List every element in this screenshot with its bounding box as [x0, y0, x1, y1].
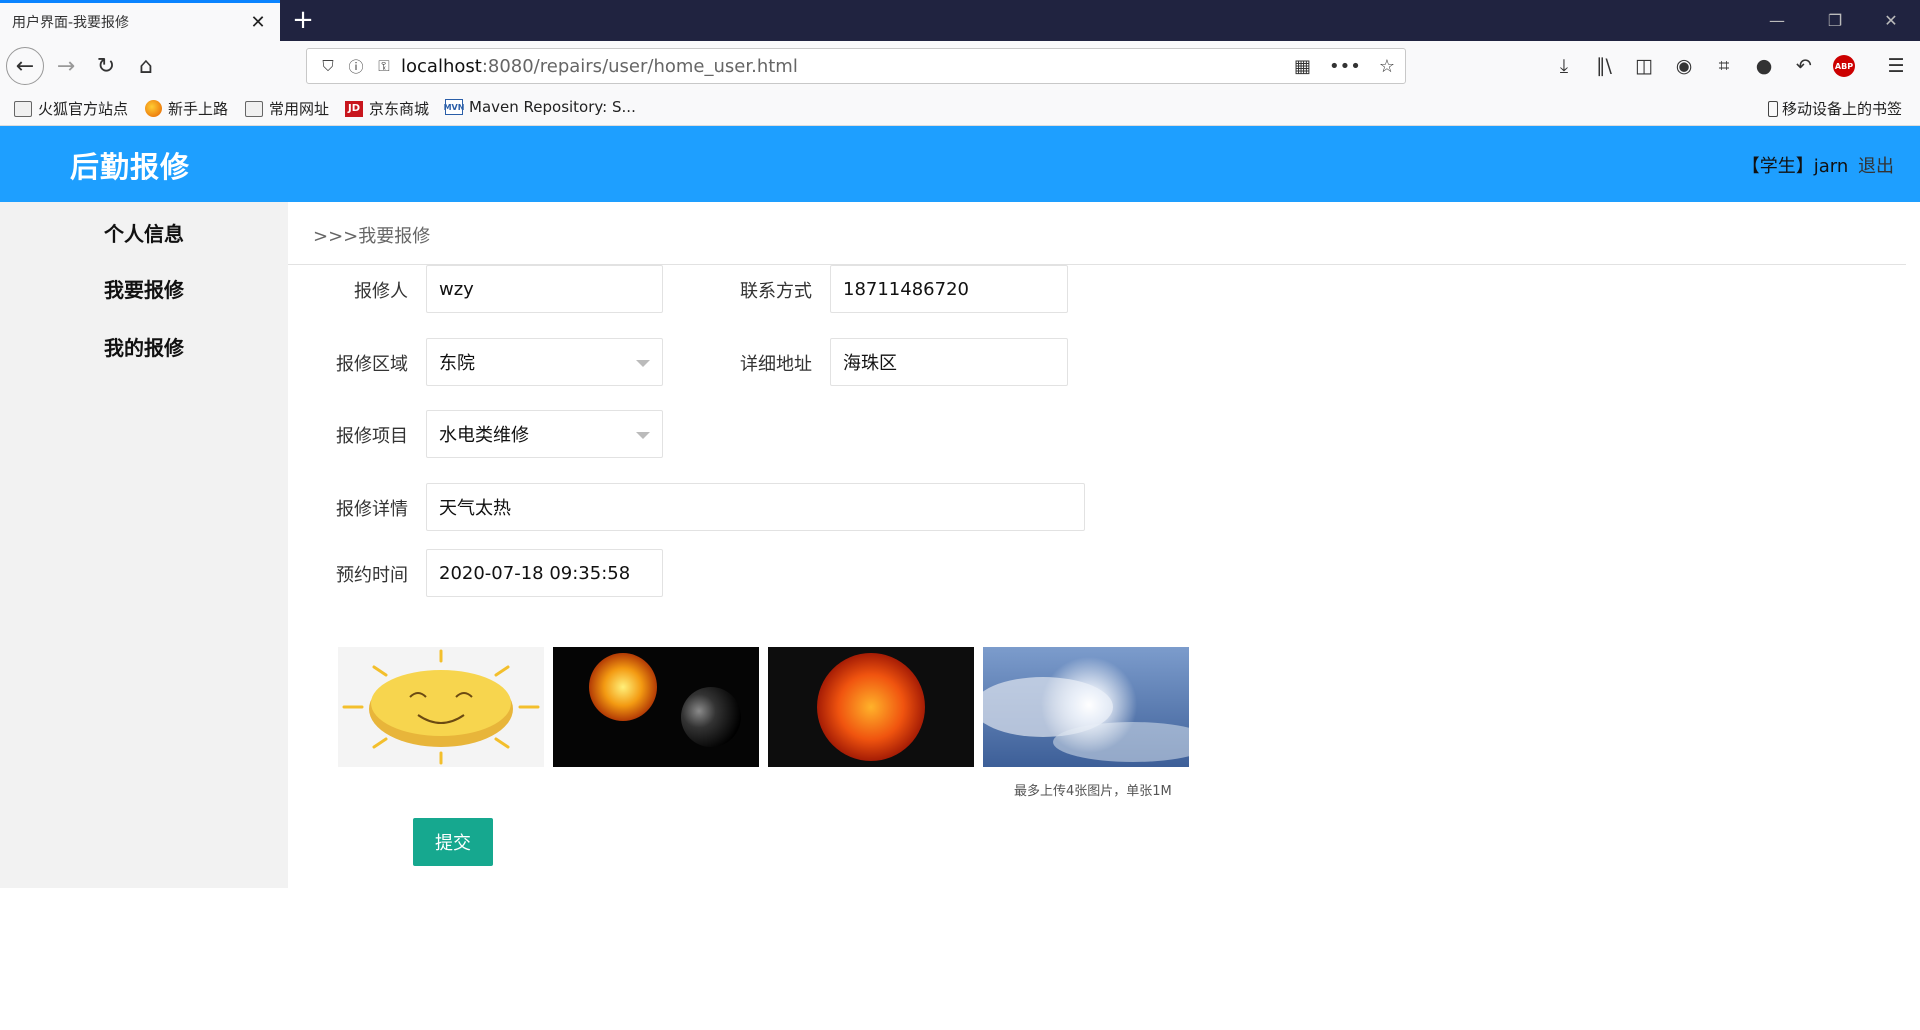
item-label: 报修项目: [336, 426, 408, 447]
url-host: localhost: [401, 55, 482, 77]
user-name: jarn: [1813, 156, 1849, 177]
sidebar-item-new-repair[interactable]: 我要报修: [104, 274, 184, 303]
adblock-badge: ABP: [1833, 55, 1855, 77]
maven-icon: MVN: [444, 99, 464, 115]
logout-link[interactable]: 退出: [1858, 156, 1894, 177]
sidebar-item-profile[interactable]: 个人信息: [104, 218, 184, 247]
tab-title: 用户界面-我要报修: [12, 15, 130, 31]
time-label: 预约时间: [336, 565, 408, 586]
bookmark-label: 新手上路: [168, 100, 229, 118]
reporter-input[interactable]: wzy: [426, 265, 663, 313]
address-input[interactable]: 海珠区: [830, 338, 1068, 386]
folder-icon: [245, 100, 263, 117]
close-tab-icon[interactable]: ✕: [248, 12, 268, 33]
uploaded-image-smiling-sun[interactable]: [338, 647, 544, 767]
item-select[interactable]: 水电类维修: [426, 410, 663, 458]
url-bar[interactable]: ⛉ ⓘ ⚿ localhost:8080/repairs/user/home_u…: [306, 48, 1406, 84]
browser-tab-strip: 用户界面-我要报修 ✕ + — ❐ ✕: [0, 0, 1920, 41]
area-select-value: 东院: [439, 353, 475, 374]
forward-icon[interactable]: →: [48, 48, 84, 84]
bookmark-item[interactable]: MVN Maven Repository: S...: [444, 98, 636, 116]
bookmark-label: 京东商城: [369, 100, 430, 118]
bookmark-item[interactable]: 火狐官方站点: [14, 98, 128, 119]
uploaded-image-sun-and-moon[interactable]: [553, 647, 759, 767]
jd-icon: JD: [345, 100, 363, 117]
library-icon[interactable]: ∥\: [1586, 48, 1622, 84]
contact-label: 联系方式: [740, 281, 812, 302]
reload-icon[interactable]: ↻: [88, 48, 124, 84]
folder-icon: [14, 100, 32, 117]
bookmark-label: 火狐官方站点: [38, 100, 129, 118]
sidebar-toggle-icon[interactable]: ◫: [1626, 48, 1662, 84]
breadcrumb: >>>我要报修: [313, 226, 431, 247]
home-icon[interactable]: ⌂: [128, 48, 164, 84]
key-icon[interactable]: ⚿: [373, 57, 395, 75]
upload-hint: 最多上传4张图片，单张1M: [1014, 784, 1172, 799]
area-label: 报修区域: [336, 354, 408, 375]
menu-icon[interactable]: ☰: [1878, 48, 1914, 84]
back-icon[interactable]: ←: [6, 47, 44, 85]
user-box: 【学生】jarn 退出: [1742, 152, 1894, 178]
item-select-value: 水电类维修: [439, 425, 529, 446]
mobile-bookmarks-label: 移动设备上的书签: [1782, 100, 1903, 118]
page-actions-icon[interactable]: •••: [1329, 56, 1361, 77]
detail-input[interactable]: 天气太热: [426, 483, 1085, 531]
download-icon[interactable]: ⤓: [1546, 48, 1582, 84]
bookmark-item[interactable]: 常用网址: [245, 98, 329, 119]
brand-title: 后勤报修: [70, 150, 191, 184]
sidebar-item-my-repairs[interactable]: 我的报修: [104, 332, 184, 361]
new-tab-button[interactable]: +: [286, 4, 320, 38]
url-text[interactable]: localhost:8080/repairs/user/home_user.ht…: [401, 56, 1294, 77]
firefox-icon: [145, 100, 162, 117]
shield-icon[interactable]: ⛉: [317, 57, 339, 75]
url-path: :8080/repairs/user/home_user.html: [481, 55, 798, 77]
bookmarks-bar: 火狐官方站点 新手上路 常用网址 JD 京东商城 MVN Maven Repos…: [0, 90, 1920, 126]
browser-tab[interactable]: 用户界面-我要报修 ✕: [0, 0, 280, 41]
contact-input[interactable]: 18711486720: [830, 265, 1068, 313]
uploaded-image-bright-sky[interactable]: [983, 647, 1189, 767]
bookmark-item[interactable]: JD 京东商城: [345, 98, 429, 119]
detail-label: 报修详情: [336, 499, 408, 520]
time-input[interactable]: 2020-07-18 09:35:58: [426, 549, 663, 597]
info-icon[interactable]: ⓘ: [345, 56, 367, 77]
app-header: 后勤报修 【学生】jarn 退出: [0, 126, 1920, 202]
user-role: 【学生】: [1741, 156, 1814, 177]
reporter-label: 报修人: [354, 281, 408, 302]
qr-code-icon[interactable]: ▦: [1294, 56, 1311, 77]
account-icon[interactable]: ◉: [1666, 48, 1702, 84]
window-close-icon[interactable]: ✕: [1866, 0, 1916, 41]
uploaded-image-red-sun[interactable]: [768, 647, 974, 767]
chevron-down-icon: [636, 432, 650, 439]
bookmark-item[interactable]: 新手上路: [145, 98, 228, 119]
bookmark-label: 常用网址: [269, 100, 330, 118]
area-select[interactable]: 东院: [426, 338, 663, 386]
browser-toolbar: ← → ↻ ⌂ ⛉ ⓘ ⚿ localhost:8080/repairs/use…: [0, 41, 1920, 90]
address-label: 详细地址: [740, 354, 812, 375]
chat-icon[interactable]: ●: [1746, 48, 1782, 84]
mobile-bookmarks[interactable]: 移动设备上的书签: [1768, 98, 1902, 119]
sidebar: 个人信息 我要报修 我的报修: [0, 202, 288, 888]
submit-button[interactable]: 提交: [413, 818, 493, 866]
bookmark-label: Maven Repository: S...: [469, 98, 636, 116]
page: 后勤报修 【学生】jarn 退出 个人信息 我要报修 我的报修 >>>我要报修 …: [0, 126, 1920, 1030]
undo-icon[interactable]: ↶: [1786, 48, 1822, 84]
mobile-icon: [1768, 100, 1778, 117]
chevron-down-icon: [636, 360, 650, 367]
screenshot-icon[interactable]: ⌗: [1706, 48, 1742, 84]
adblock-icon[interactable]: ABP: [1826, 48, 1862, 84]
restore-icon[interactable]: ❐: [1810, 0, 1860, 41]
bookmark-star-icon[interactable]: ☆: [1379, 56, 1395, 77]
minimize-icon[interactable]: —: [1752, 0, 1802, 41]
